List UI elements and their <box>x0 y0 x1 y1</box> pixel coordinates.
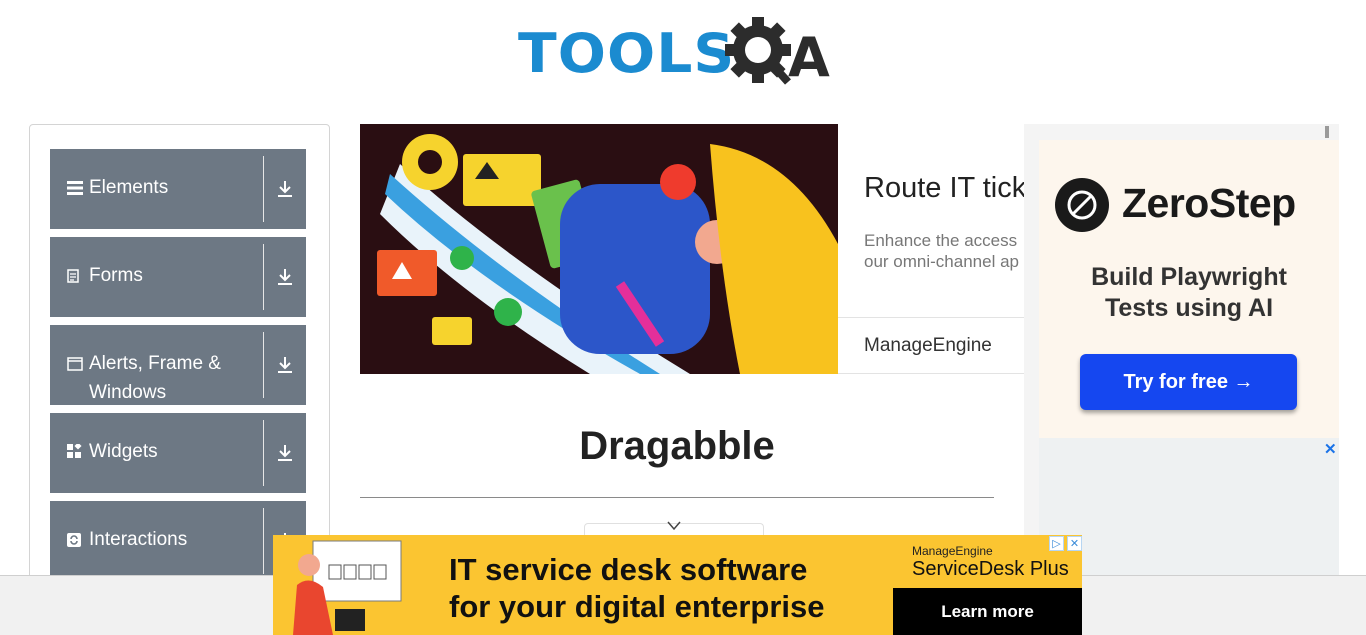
group-label: Widgets <box>89 441 158 462</box>
ad-controls: ▷ ✕ <box>1049 536 1082 551</box>
download-icon[interactable] <box>264 149 306 229</box>
ad-brand[interactable]: ManageEngine <box>864 335 992 357</box>
download-icon[interactable] <box>264 325 306 405</box>
close-icon[interactable]: ✕ <box>1067 536 1082 551</box>
page-title: Dragabble <box>579 424 775 468</box>
refresh-icon <box>67 525 89 554</box>
group-interactions[interactable]: Interactions <box>50 501 306 581</box>
group-label: Alerts, Frame & <box>89 353 221 374</box>
right-sidebar-ad[interactable]: ZeroStep Build Playwright Tests using AI… <box>1024 124 1339 584</box>
sponsored-ad-card[interactable]: Route IT tick Enhance the access our omn… <box>360 124 1060 374</box>
toolsqa-logo[interactable]: TOOLS A <box>518 14 842 92</box>
group-header[interactable]: Interactions <box>50 501 263 581</box>
banner-line2: for your digital enterprise <box>449 589 825 624</box>
ad-scroll-indicator <box>1325 126 1329 138</box>
group-label-wrap: Alerts, Frame & Windows <box>89 349 221 407</box>
group-label-line2: Windows <box>89 382 167 403</box>
try-for-free-button[interactable]: Try for free → <box>1080 354 1297 410</box>
ad-desc-line1: Enhance the access <box>864 231 1018 250</box>
widgets-icon <box>67 437 89 466</box>
group-header[interactable]: Alerts, Frame & Windows <box>50 325 263 405</box>
group-alerts-frame-windows[interactable]: Alerts, Frame & Windows <box>50 325 306 405</box>
group-widgets[interactable]: Widgets <box>50 413 306 493</box>
group-label: Forms <box>89 265 143 286</box>
group-elements[interactable]: Elements <box>50 149 306 229</box>
window-icon <box>67 349 89 378</box>
document-icon <box>67 261 89 290</box>
learn-more-button[interactable]: Learn more <box>893 588 1082 635</box>
logo-text: TOOLS <box>518 21 736 85</box>
ad-illustration <box>360 124 838 374</box>
group-label: Elements <box>89 177 169 198</box>
zerostep-brand: ZeroStep <box>1122 180 1296 226</box>
zerostep-logo-icon <box>1055 178 1109 232</box>
group-forms[interactable]: Forms <box>50 237 306 317</box>
banner-illustration <box>273 535 433 635</box>
group-label: Interactions <box>89 529 188 550</box>
group-header[interactable]: Forms <box>50 237 263 317</box>
headline-line2: Tests using AI <box>1104 294 1274 322</box>
ad-title[interactable]: Route IT tick <box>864 172 1026 205</box>
banner-line1: IT service desk software <box>449 552 808 587</box>
ad-desc-line2: our omni-channel ap <box>864 252 1019 271</box>
title-divider <box>360 497 994 498</box>
banner-headline: IT service desk software for your digita… <box>449 551 825 625</box>
download-icon[interactable] <box>264 237 306 317</box>
download-icon[interactable] <box>264 413 306 493</box>
zerostep-headline: Build Playwright Tests using AI <box>1039 262 1339 324</box>
group-header[interactable]: Elements <box>50 149 263 229</box>
bottom-banner-ad[interactable]: IT service desk software for your digita… <box>273 535 1082 635</box>
ad-background-image <box>1039 438 1339 584</box>
adchoices-icon[interactable]: ▷ <box>1049 536 1064 551</box>
banner-brand: ManageEngine <box>912 544 993 558</box>
group-header[interactable]: Widgets <box>50 413 263 493</box>
headline-line1: Build Playwright <box>1091 263 1287 291</box>
banner-product: ServiceDesk Plus <box>912 558 1069 580</box>
hamburger-icon <box>67 173 89 202</box>
zerostep-ad[interactable]: ZeroStep Build Playwright Tests using AI… <box>1039 140 1339 438</box>
close-icon[interactable]: ✕ <box>1324 440 1337 458</box>
page: TOOLS A Elements Forms Alerts, Frame & W… <box>0 0 1366 635</box>
ad-description: Enhance the access our omni-channel ap <box>864 230 1019 272</box>
logo-a: A <box>788 26 830 89</box>
